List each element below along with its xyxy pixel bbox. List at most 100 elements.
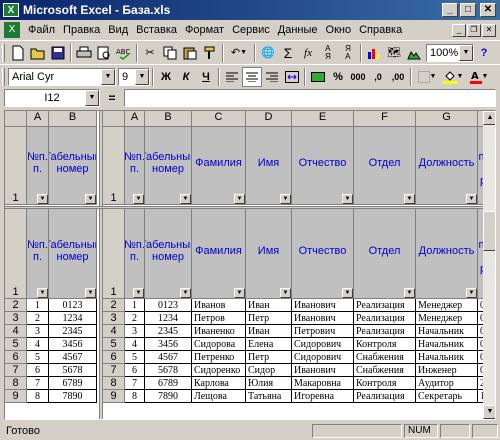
header-cell[interactable]: Табельный номер ▼ (145, 209, 192, 299)
header-cell[interactable]: Должность ▼ (416, 127, 478, 205)
zoom-select[interactable]: 100% ▼ (426, 43, 474, 62)
header-cell[interactable]: Табельный номер ▼ (49, 127, 97, 205)
table-cell[interactable]: 4567 (145, 351, 192, 364)
menu-view[interactable]: Вид (104, 24, 132, 36)
table-cell[interactable]: Менеджер (416, 312, 478, 325)
help-icon[interactable]: ? (474, 43, 494, 63)
filter-dropdown-icon[interactable]: ▼ (234, 194, 245, 204)
table-cell[interactable]: Макаровна (292, 377, 354, 390)
table-cell[interactable]: Иванович (292, 312, 354, 325)
table-cell[interactable]: 1 (125, 299, 145, 312)
row-header[interactable]: 5 (103, 338, 125, 351)
table-cell[interactable]: Иванович (292, 364, 354, 377)
table-cell[interactable]: 7 (125, 377, 145, 390)
column-header[interactable]: E (292, 111, 354, 127)
column-header[interactable]: G (416, 111, 478, 127)
table-cell[interactable]: Сидорович (292, 338, 354, 351)
table-cell[interactable]: 4567 (49, 351, 97, 364)
table-cell[interactable]: 4 (27, 338, 49, 351)
align-right-icon[interactable] (262, 67, 282, 87)
chevron-down-icon[interactable]: ▼ (459, 44, 473, 61)
table-cell[interactable]: Лещова (192, 390, 246, 403)
table-cell[interactable]: 3456 (145, 338, 192, 351)
row-header[interactable]: 3 (5, 312, 27, 325)
column-header[interactable]: A (27, 111, 49, 127)
table-cell[interactable]: 5 (125, 351, 145, 364)
chevron-down-icon[interactable]: ▼ (85, 90, 99, 106)
maximize-button[interactable]: □ (460, 3, 476, 17)
header-cell[interactable]: Табельный номер ▼ (49, 209, 97, 299)
table-cell[interactable]: 2345 (49, 325, 97, 338)
table-cell[interactable]: 3 (27, 325, 49, 338)
table-cell[interactable]: Сидорова (192, 338, 246, 351)
column-header[interactable]: D (246, 111, 292, 127)
filter-dropdown-icon[interactable]: ▼ (133, 288, 144, 298)
sort-ascending-icon[interactable]: АЯ (318, 43, 338, 63)
filter-dropdown-icon[interactable]: ▼ (85, 194, 96, 204)
table-cell[interactable]: 1234 (49, 312, 97, 325)
row-header[interactable]: 1 (103, 209, 125, 299)
table-cell[interactable]: Петренко (192, 351, 246, 364)
row-header[interactable]: 8 (103, 377, 125, 390)
workbook-icon[interactable]: X (4, 22, 20, 38)
edit-formula-button[interactable]: = (100, 91, 124, 105)
filter-dropdown-icon[interactable]: ▼ (133, 194, 144, 204)
filter-dropdown-icon[interactable]: ▼ (404, 194, 415, 204)
table-cell[interactable]: Иванов (192, 299, 246, 312)
scroll-up-button[interactable]: ▲ (483, 111, 495, 125)
table-cell[interactable]: Игоревна (292, 390, 354, 403)
table-cell[interactable]: Реализация (354, 390, 416, 403)
close-button[interactable]: ✕ (480, 3, 496, 17)
autosum-icon[interactable]: Σ (278, 43, 298, 63)
merge-center-icon[interactable] (282, 67, 302, 87)
formula-input[interactable] (124, 89, 496, 107)
spelling-icon[interactable]: ABC (114, 43, 134, 63)
worksheet-grid[interactable]: ABABCDEFGH1№п. п.▼Табельный номер▼1№п. п… (4, 110, 496, 420)
menu-window[interactable]: Окно (322, 24, 356, 36)
column-header[interactable]: A (125, 111, 145, 127)
vertical-scrollbar[interactable]: ▲ ▼ (483, 111, 495, 419)
filter-dropdown-icon[interactable]: ▼ (280, 194, 291, 204)
table-cell[interactable]: 7 (27, 377, 49, 390)
map-icon[interactable]: 🗺 (384, 43, 404, 63)
bold-button[interactable]: Ж (156, 67, 176, 87)
header-cell[interactable]: Имя ▼ (246, 209, 292, 299)
table-cell[interactable]: Инженер (416, 364, 478, 377)
table-cell[interactable]: Петр (246, 312, 292, 325)
header-cell[interactable]: №п. п. ▼ (125, 127, 145, 205)
filter-dropdown-icon[interactable]: ▼ (180, 288, 191, 298)
table-cell[interactable]: 8 (27, 390, 49, 403)
column-header[interactable]: F (354, 111, 416, 127)
row-header[interactable]: 6 (103, 351, 125, 364)
table-cell[interactable]: 1234 (145, 312, 192, 325)
header-cell[interactable]: №п. п. ▼ (27, 127, 49, 205)
table-cell[interactable]: Реализация (354, 312, 416, 325)
table-cell[interactable]: 4 (125, 338, 145, 351)
menu-insert[interactable]: Вставка (132, 24, 181, 36)
sort-descending-icon[interactable]: ЯА (338, 43, 358, 63)
doc-minimize-button[interactable]: _ (452, 23, 466, 37)
menu-help[interactable]: Справка (355, 24, 406, 36)
table-cell[interactable]: 5 (27, 351, 49, 364)
table-cell[interactable]: Сидорович (292, 351, 354, 364)
filter-dropdown-icon[interactable]: ▼ (466, 288, 477, 298)
table-cell[interactable]: 6 (27, 364, 49, 377)
minimize-button[interactable]: _ (442, 3, 458, 17)
table-cell[interactable]: Сидоренко (192, 364, 246, 377)
table-cell[interactable]: 2345 (145, 325, 192, 338)
table-cell[interactable]: Секретарь (416, 390, 478, 403)
menu-edit[interactable]: Правка (59, 24, 104, 36)
table-cell[interactable]: Иваненко (192, 325, 246, 338)
open-icon[interactable] (28, 43, 48, 63)
table-cell[interactable]: Петрович (292, 325, 354, 338)
table-cell[interactable]: Юлия (246, 377, 292, 390)
filter-dropdown-icon[interactable]: ▼ (180, 194, 191, 204)
table-cell[interactable]: 7890 (49, 390, 97, 403)
percent-button[interactable]: % (328, 67, 348, 87)
new-icon[interactable] (8, 43, 28, 63)
scroll-thumb[interactable] (483, 211, 495, 251)
table-cell[interactable]: Контроля (354, 338, 416, 351)
align-center-icon[interactable] (242, 66, 262, 87)
fill-color-icon[interactable]: ▼ (440, 67, 466, 87)
table-cell[interactable]: 6789 (145, 377, 192, 390)
